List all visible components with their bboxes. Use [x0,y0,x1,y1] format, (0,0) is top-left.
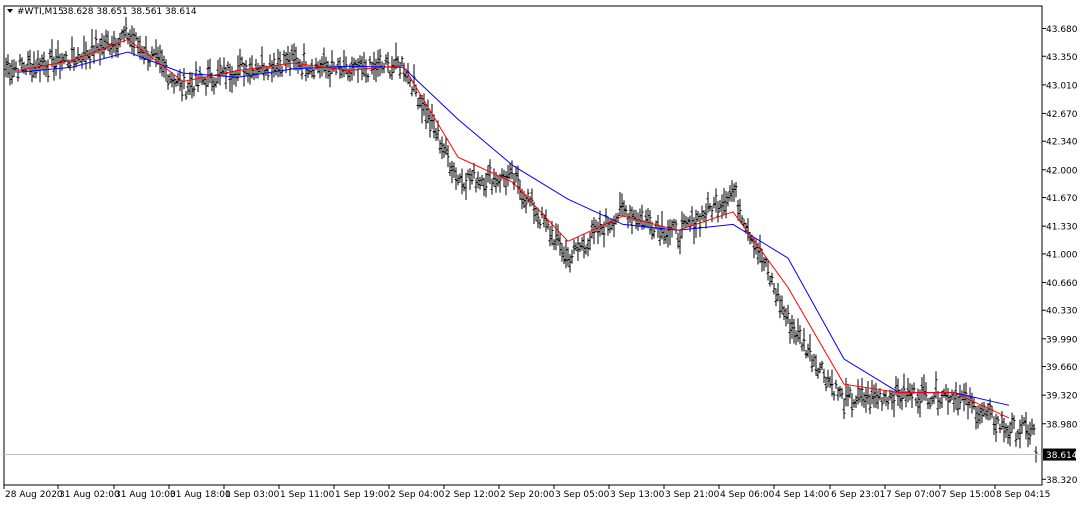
current-price-badge: 38.614 [1043,448,1078,461]
time-axis-label: 2 Sep 12:00 [445,490,500,500]
price-axis-label: 39.990 [1046,335,1078,345]
time-axis-label: 1 Sep 11:00 [280,490,335,500]
chart-svg[interactable]: 43.680 43.350 43.010 42.670 42.340 42.000 41.6… [0,0,1080,505]
time-axis-label: 31 Aug 18:00 [170,490,231,500]
time-axis-label: 8 Sep 04:15 [996,490,1050,500]
current-price-label: 38.614 [1046,451,1078,461]
price-axis-label: 39.660 [1046,363,1078,373]
time-axis-label: 31 Aug 10:00 [115,490,176,500]
price-axis-label: 43.010 [1046,81,1078,91]
time-axis-label: 2 Sep 20:00 [500,490,555,500]
price-axis-label: 42.670 [1046,110,1078,120]
price-axis-label: 39.320 [1046,392,1078,402]
time-axis-label: 1 Sep 19:00 [335,490,390,500]
price-axis-label: 41.670 [1046,194,1078,204]
price-axis-label: 42.340 [1046,138,1078,148]
time-axis-label: 4 Sep 06:00 [720,490,775,500]
time-axis-label: 1 Sep 03:00 [225,490,280,500]
price-axis-label: 38.980 [1046,420,1078,430]
time-axis-label: 31 Aug 02:00 [59,490,120,500]
time-axis-label: 3 Sep 21:00 [665,490,720,500]
price-axis-label: 42.000 [1046,166,1078,176]
time-axis-label: 4 Sep 14:00 [775,490,830,500]
time-axis-label: 6 Sep 23:01 [831,490,885,500]
chart-header: #WTI,M15 38.628 38.651 38.561 38.614 [7,7,197,17]
time-axis-label: 7 Sep 15:00 [941,490,996,500]
price-axis-label: 43.680 [1046,25,1078,35]
price-axis-label: 40.660 [1046,279,1078,289]
time-axis-label: 3 Sep 13:00 [610,490,665,500]
symbol-label: #WTI,M15 [17,7,64,17]
price-axis-label: 43.350 [1046,53,1078,63]
price-axis-label: 41.000 [1046,250,1078,260]
time-axis-label: 28 Aug 2020 [5,490,63,500]
price-axis-label: 41.330 [1046,223,1078,233]
time-axis-label: 2 Sep 04:00 [390,490,445,500]
price-axis-label: 40.330 [1046,307,1078,317]
time-axis-label: 7 Sep 07:00 [886,490,941,500]
price-axis-label: 38.320 [1046,476,1078,486]
time-axis-label: 3 Sep 05:00 [555,490,610,500]
ohlc-values: 38.628 38.651 38.561 38.614 [62,7,197,17]
chart-window[interactable]: 43.680 43.350 43.010 42.670 42.340 42.000 41.6… [0,0,1080,505]
